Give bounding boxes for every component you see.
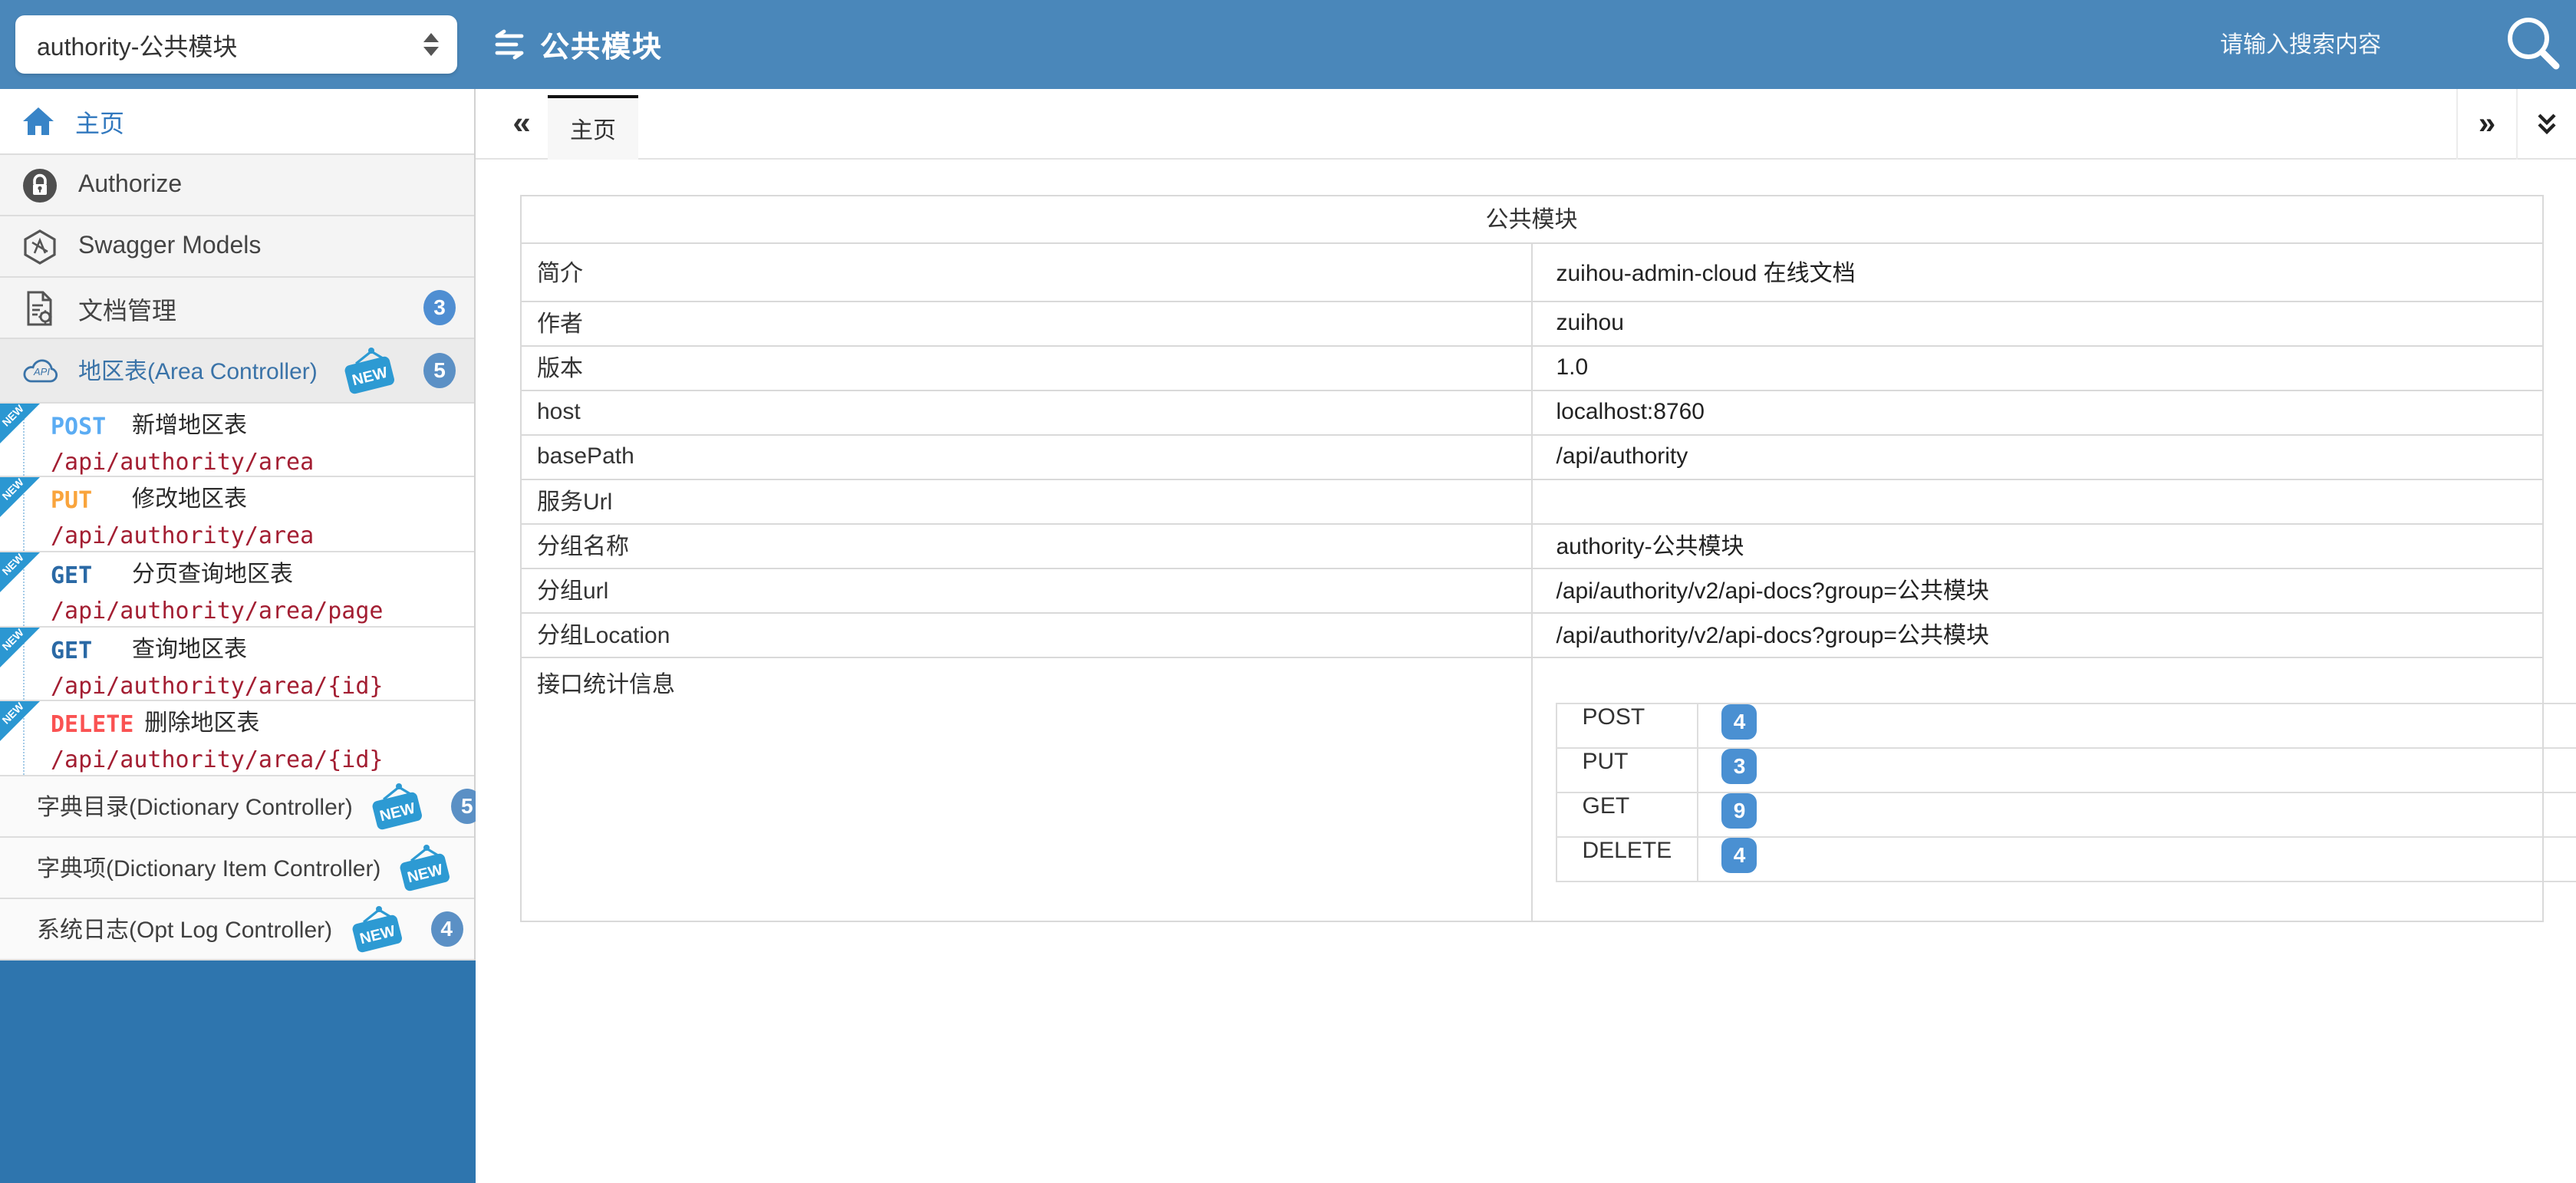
endpoint-name: 查询地区表 [132, 634, 247, 665]
table-row: 版本 1.0 [521, 345, 2542, 390]
new-sign-icon: NEW [341, 346, 399, 395]
stats-row: GET 9 [1557, 792, 2576, 836]
method-label: GET [51, 560, 121, 591]
table-row: basePath /api/authority [521, 434, 2542, 479]
table-row: 作者 zuihou [521, 301, 2542, 345]
search-icon[interactable] [2502, 14, 2564, 75]
group-select-value: authority-公共模块 [37, 26, 237, 63]
sidebar-item-swagger-models[interactable]: Swagger Models [0, 216, 474, 278]
main-content: 公共模块 简介 zuihou-admin-cloud 在线文档 作者 zuiho… [476, 160, 2576, 1183]
endpoint-path: /api/authority/area [51, 520, 474, 551]
method-label: DELETE [51, 710, 133, 740]
endpoint-update-area[interactable]: NEW PUT 修改地区表 /api/authority/area [0, 477, 474, 552]
stats-row: PUT 3 [1557, 747, 2576, 792]
count-badge: 4 [1722, 837, 1757, 872]
tabs-scroll-right-button[interactable]: » [2456, 89, 2516, 160]
controller-label: 系统日志(Opt Log Controller) [37, 913, 332, 945]
table-row: 接口统计信息 POST 4 PUT 3 GET 9 DELE [521, 657, 2542, 921]
doc-info-table: 公共模块 简介 zuihou-admin-cloud 在线文档 作者 zuiho… [520, 194, 2543, 921]
app-title-text: 公共模块 [540, 24, 663, 65]
endpoint-path: /api/authority/area/{id} [51, 670, 474, 700]
home-icon [21, 106, 55, 137]
table-row: 分组Location /api/authority/v2/api-docs?gr… [521, 612, 2542, 657]
sidebar-item-label: Swagger Models [78, 232, 261, 260]
endpoint-get-area[interactable]: NEW GET 查询地区表 /api/authority/area/{id} [0, 627, 474, 701]
stats-row: DELETE 4 [1557, 836, 2576, 881]
tabs-scroll-left-button[interactable]: « [499, 89, 545, 160]
select-arrows-icon [423, 33, 439, 56]
sidebar-controller-area[interactable]: API 地区表(Area Controller) NEW 5 [0, 339, 474, 403]
double-chevron-down-icon [2533, 110, 2561, 138]
controller-label: 地区表(Area Controller) [78, 354, 318, 387]
sidebar-item-doc-manage[interactable]: 文档管理 3 [0, 278, 474, 339]
method-label: POST [51, 410, 121, 441]
method-label: GET [51, 634, 121, 665]
count-badge: 9 [1722, 793, 1757, 828]
endpoint-add-area[interactable]: NEW POST 新增地区表 /api/authority/area [0, 403, 474, 477]
endpoint-path: /api/authority/area [51, 446, 474, 476]
count-badge: 3 [423, 290, 456, 325]
hexagon-model-icon [21, 228, 58, 265]
group-select[interactable]: authority-公共模块 [15, 15, 457, 74]
table-row: 简介 zuihou-admin-cloud 在线文档 [521, 242, 2542, 301]
menu-lines-icon [492, 29, 526, 60]
sidebar-item-label: Authorize [78, 171, 182, 199]
sidebar-item-authorize[interactable]: Authorize [0, 155, 474, 216]
endpoint-delete-area[interactable]: NEW DELETE 删除地区表 /api/authority/area/{id… [0, 702, 474, 776]
count-badge: 3 [1722, 748, 1757, 783]
table-row: host localhost:8760 [521, 390, 2542, 434]
search-input[interactable] [2220, 31, 2481, 58]
lock-icon [21, 166, 58, 203]
table-row: 公共模块 [521, 195, 2542, 242]
count-badge: 4 [1722, 704, 1757, 739]
tab-strip: « 主页 » [476, 89, 2576, 160]
stats-row: POST 4 [1557, 703, 2576, 747]
sidebar-item-label: 文档管理 [78, 289, 176, 326]
table-row: 服务Url [521, 479, 2542, 523]
svg-text:API: API [33, 367, 50, 378]
method-label: PUT [51, 485, 121, 516]
top-header: authority-公共模块 公共模块 [0, 0, 2576, 89]
sidebar-controller-optlog[interactable]: API 系统日志(Opt Log Controller) NEW 4 [0, 899, 474, 961]
count-badge: 5 [423, 353, 456, 388]
sidebar-item-label: 主页 [75, 103, 124, 140]
sidebar-item-home[interactable]: 主页 [0, 89, 474, 155]
new-sign-icon: NEW [368, 782, 427, 831]
controller-label: 字典目录(Dictionary Controller) [37, 790, 353, 822]
table-row: 分组url /api/authority/v2/api-docs?group=公… [521, 568, 2542, 612]
new-sign-icon: NEW [348, 905, 406, 954]
api-cloud-icon: API [21, 355, 63, 386]
document-gear-icon [21, 289, 58, 326]
sidebar-controller-dictionary[interactable]: API 字典目录(Dictionary Controller) NEW 5 [0, 776, 474, 838]
endpoint-name: 新增地区表 [132, 410, 247, 441]
table-row: 分组名称 authority-公共模块 [521, 523, 2542, 568]
endpoint-name: 分页查询地区表 [132, 560, 293, 591]
endpoint-page-area[interactable]: NEW GET 分页查询地区表 /api/authority/area/page [0, 552, 474, 627]
endpoint-name: 修改地区表 [132, 485, 247, 516]
endpoint-name: 删除地区表 [144, 710, 259, 740]
api-stats-table: POST 4 PUT 3 GET 9 DELETE 4 [1556, 702, 2576, 881]
tabs-collapse-button[interactable] [2516, 89, 2576, 160]
tab-home[interactable]: 主页 [548, 95, 638, 160]
new-sign-icon: NEW [396, 843, 454, 892]
header-search [2220, 0, 2564, 89]
controller-label: 字典项(Dictionary Item Controller) [37, 852, 380, 884]
count-badge: 4 [430, 911, 463, 947]
endpoint-path: /api/authority/area/page [51, 595, 474, 626]
app-title: 公共模块 [492, 0, 663, 89]
sidebar-controller-dictionary-item[interactable]: API 字典项(Dictionary Item Controller) NEW … [0, 838, 474, 899]
swagger-doc-app: authority-公共模块 公共模块 [0, 0, 2576, 1183]
endpoint-path: /api/authority/area/{id} [51, 745, 474, 776]
doc-title: 公共模块 [521, 195, 2542, 242]
sidebar: 主页 Authorize Swagger Models [0, 89, 476, 1183]
